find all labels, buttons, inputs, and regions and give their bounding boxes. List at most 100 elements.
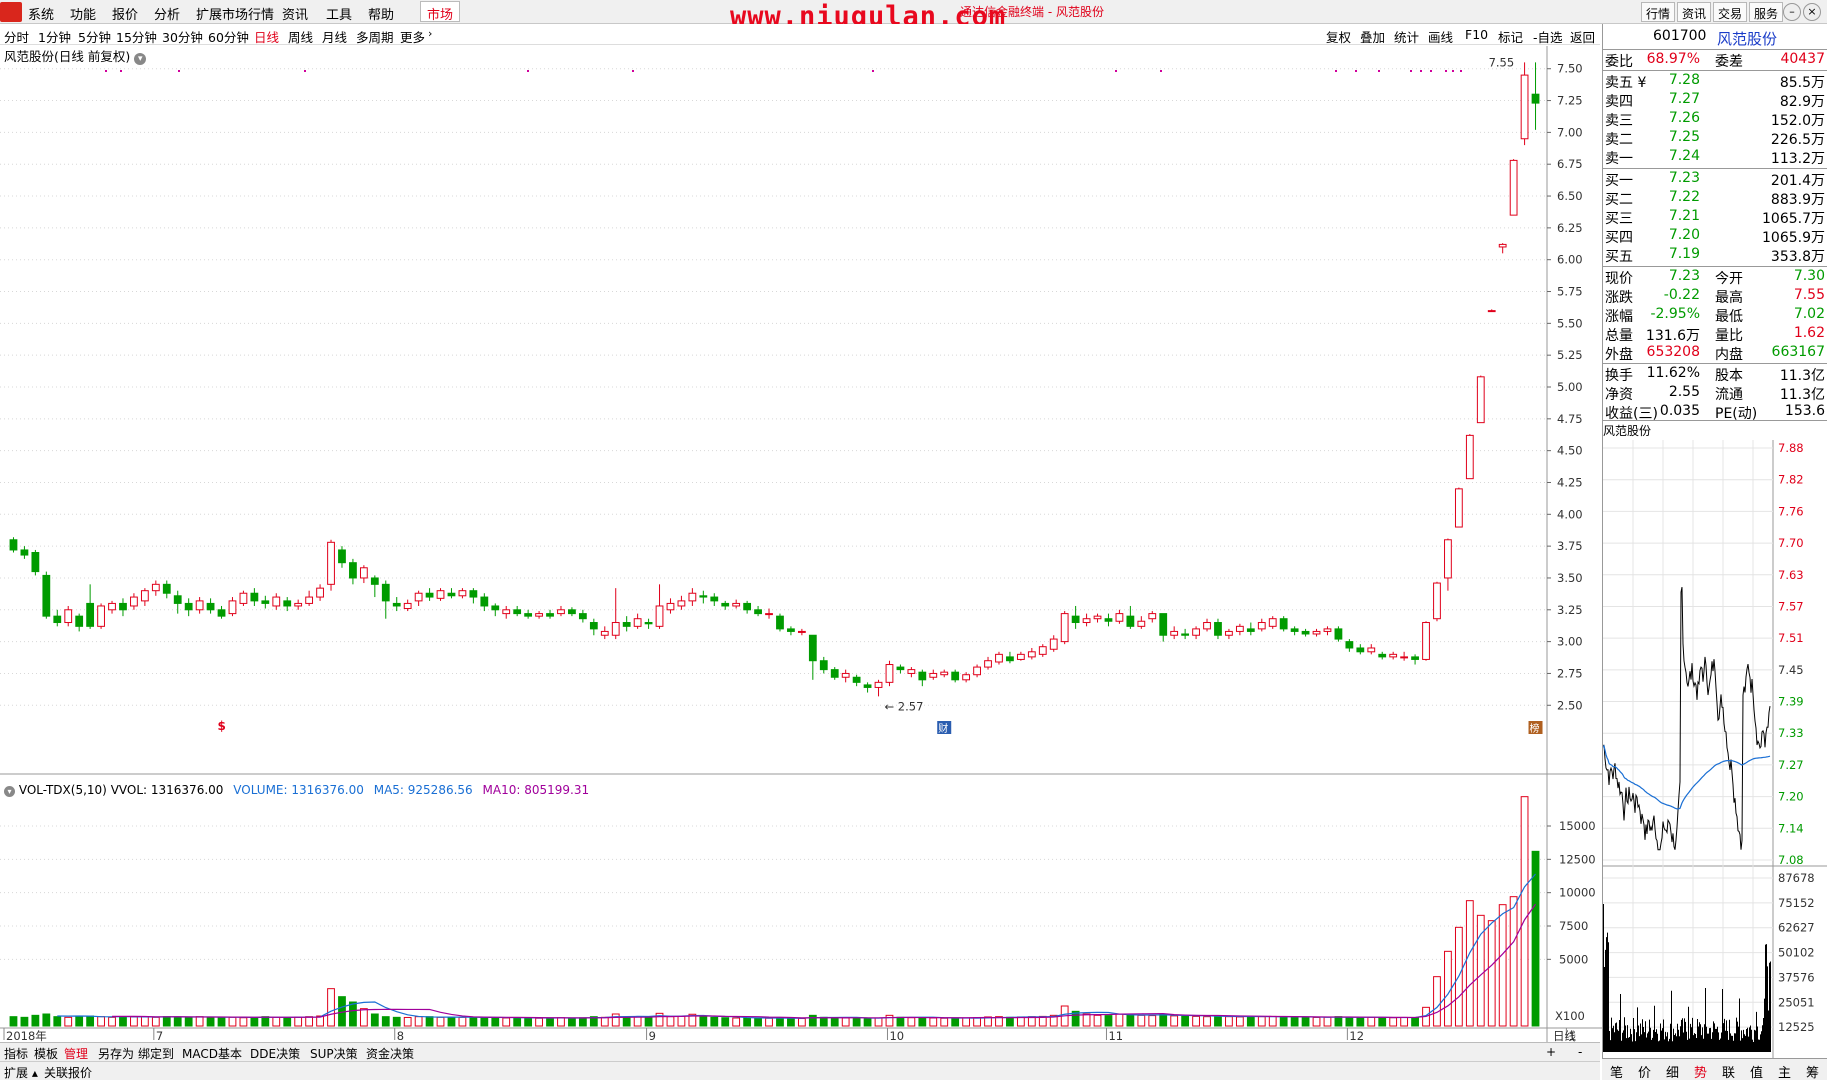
volume-bar: [1400, 1016, 1409, 1027]
top-btn-quotes[interactable]: 行情: [1641, 2, 1676, 22]
minimize-icon[interactable]: –: [1783, 3, 1801, 21]
dividend-icon: $: [218, 719, 226, 733]
panel-tab[interactable]: 势: [1694, 1062, 1707, 1081]
row-label-2: 最低: [1715, 309, 1743, 325]
tool-draw[interactable]: 画线: [1428, 27, 1453, 46]
signal-dot: [1115, 70, 1117, 72]
price-tick-label: 4.50: [1557, 444, 1583, 458]
zoom-out-button[interactable]: -: [1578, 1045, 1582, 1059]
tool-fuquan[interactable]: 复权: [1326, 27, 1351, 46]
top-btn-trade[interactable]: 交易: [1713, 2, 1748, 22]
candle-body: [1531, 93, 1540, 104]
volume-bar: [1246, 1016, 1255, 1027]
period-1min[interactable]: 1分钟: [38, 27, 71, 46]
close-icon[interactable]: ×: [1803, 3, 1821, 21]
tool-stats[interactable]: 统计: [1394, 27, 1419, 46]
tool-mark[interactable]: 标记: [1498, 27, 1523, 46]
tool-back[interactable]: 返回: [1570, 27, 1595, 46]
menu-analysis[interactable]: 分析: [154, 4, 180, 23]
menu-tools[interactable]: 工具: [326, 4, 352, 23]
volume-bar: [568, 1017, 576, 1027]
candle-body: [1082, 618, 1091, 624]
menu-quote[interactable]: 报价: [112, 4, 138, 23]
price-tick-label: 6.25: [1557, 221, 1583, 235]
panel-tab[interactable]: 主: [1778, 1062, 1791, 1081]
stat-row: 换手 11.62% 股本 11.3亿: [1603, 365, 1827, 384]
panel-tab[interactable]: 笔: [1610, 1062, 1623, 1081]
quote-panel: 601700 风范股份 委比 68.97% 委差 40437 卖五 ¥ 7.28 8…: [1602, 24, 1827, 1080]
candle-body: [918, 671, 927, 681]
mini-price-label: 7.20: [1778, 790, 1804, 804]
top-btn-news[interactable]: 资讯: [1677, 2, 1712, 22]
panel-tab[interactable]: 值: [1750, 1062, 1763, 1081]
row-label: 买一: [1605, 173, 1633, 189]
mini-price-label: 7.45: [1778, 663, 1804, 677]
period-30min[interactable]: 30分钟: [162, 27, 203, 46]
period-bar: 分时 1分钟 5分钟 15分钟 30分钟 60分钟 日线 周线 月线 多周期 更…: [0, 24, 1600, 45]
stat-row: 涨幅 -2.95% 最低 7.02: [1603, 306, 1827, 325]
menu-news[interactable]: 资讯: [282, 4, 308, 23]
candle-body: [97, 605, 105, 627]
period-more[interactable]: 更多: [400, 27, 425, 46]
volume-bar: [1356, 1017, 1365, 1027]
top-btn-service[interactable]: 服务: [1749, 2, 1784, 22]
panel-tab[interactable]: 细: [1666, 1062, 1679, 1081]
chevron-right-icon[interactable]: ›: [428, 27, 432, 40]
volume-bar: [414, 1016, 423, 1027]
row-value-2: 201.4万: [1770, 173, 1825, 189]
menu-system[interactable]: 系统: [28, 4, 54, 23]
volume-bar: [140, 1016, 149, 1027]
extension-tab[interactable]: 关联报价: [44, 1064, 92, 1081]
candle-body: [1411, 656, 1419, 660]
tool-watchlist[interactable]: -自选: [1533, 27, 1563, 46]
indicator-tab[interactable]: 模板: [34, 1045, 58, 1062]
period-5min[interactable]: 5分钟: [78, 27, 111, 46]
candle-body: [1476, 376, 1485, 424]
zoom-in-button[interactable]: +: [1546, 1045, 1556, 1059]
signal-dot: [1410, 70, 1412, 72]
volume-bar: [1487, 920, 1496, 1027]
indicator-tab[interactable]: 绑定到: [138, 1045, 174, 1062]
volume-bar: [600, 1016, 609, 1027]
menu-help[interactable]: 帮助: [368, 4, 394, 23]
period-fenshi[interactable]: 分时: [4, 27, 29, 46]
indicator-tab[interactable]: 管理: [64, 1045, 88, 1062]
indicator-tab[interactable]: 另存为: [98, 1045, 134, 1062]
tool-overlay[interactable]: 叠加: [1360, 27, 1385, 46]
intraday-mini-chart[interactable]: 7.88 7.82 7.76 7.70 7.63 7.57 7.51 7.45 7.39 7.33…: [1603, 440, 1827, 1080]
period-monthly[interactable]: 月线: [322, 27, 347, 46]
indicator-tab[interactable]: MACD基本: [182, 1045, 242, 1062]
panel-tab[interactable]: 筹: [1806, 1062, 1819, 1081]
mini-price-label: 7.51: [1778, 631, 1804, 645]
row-value-2: 85.5万: [1779, 75, 1825, 91]
menu-ext-market[interactable]: 扩展市场行情: [196, 4, 274, 23]
date-label: 11: [1108, 1029, 1123, 1042]
row-value-2: 7.30: [1793, 268, 1825, 284]
extension-tab[interactable]: 扩展 ▴: [4, 1064, 38, 1081]
candle-body: [162, 583, 171, 594]
mini-vol-label: 62627: [1778, 921, 1815, 935]
period-multi[interactable]: 多周期: [356, 27, 394, 46]
indicator-tab[interactable]: 指标: [4, 1045, 28, 1062]
period-daily[interactable]: 日线: [254, 27, 279, 46]
candle-body: [458, 590, 467, 597]
period-60min[interactable]: 60分钟: [208, 27, 249, 46]
volume-bar: [1181, 1015, 1190, 1027]
volume-bar: [1433, 976, 1441, 1027]
indicator-tab[interactable]: DDE决策: [250, 1045, 300, 1062]
period-15min[interactable]: 15分钟: [116, 27, 157, 46]
candle-body: [261, 600, 270, 604]
menu-function[interactable]: 功能: [70, 4, 96, 23]
period-weekly[interactable]: 周线: [288, 27, 313, 46]
panel-tab[interactable]: 价: [1638, 1062, 1651, 1081]
volume-bar: [64, 1016, 73, 1027]
indicator-tab[interactable]: 资金决策: [366, 1045, 414, 1062]
panel-tab[interactable]: 联: [1722, 1062, 1735, 1081]
tool-f10[interactable]: F10: [1465, 27, 1488, 42]
volume-bar: [31, 1014, 40, 1027]
tab-market[interactable]: 市场: [420, 1, 461, 23]
kline-chart[interactable]: 7.50 7.25 7.00 6.75 6.50 6.25 6.00 5.75 5.50 5.25…: [0, 46, 1602, 1042]
indicator-tab[interactable]: SUP决策: [310, 1045, 358, 1062]
dropdown-icon[interactable]: ▾: [4, 786, 15, 797]
list-marker-text: 榜: [1530, 722, 1540, 735]
